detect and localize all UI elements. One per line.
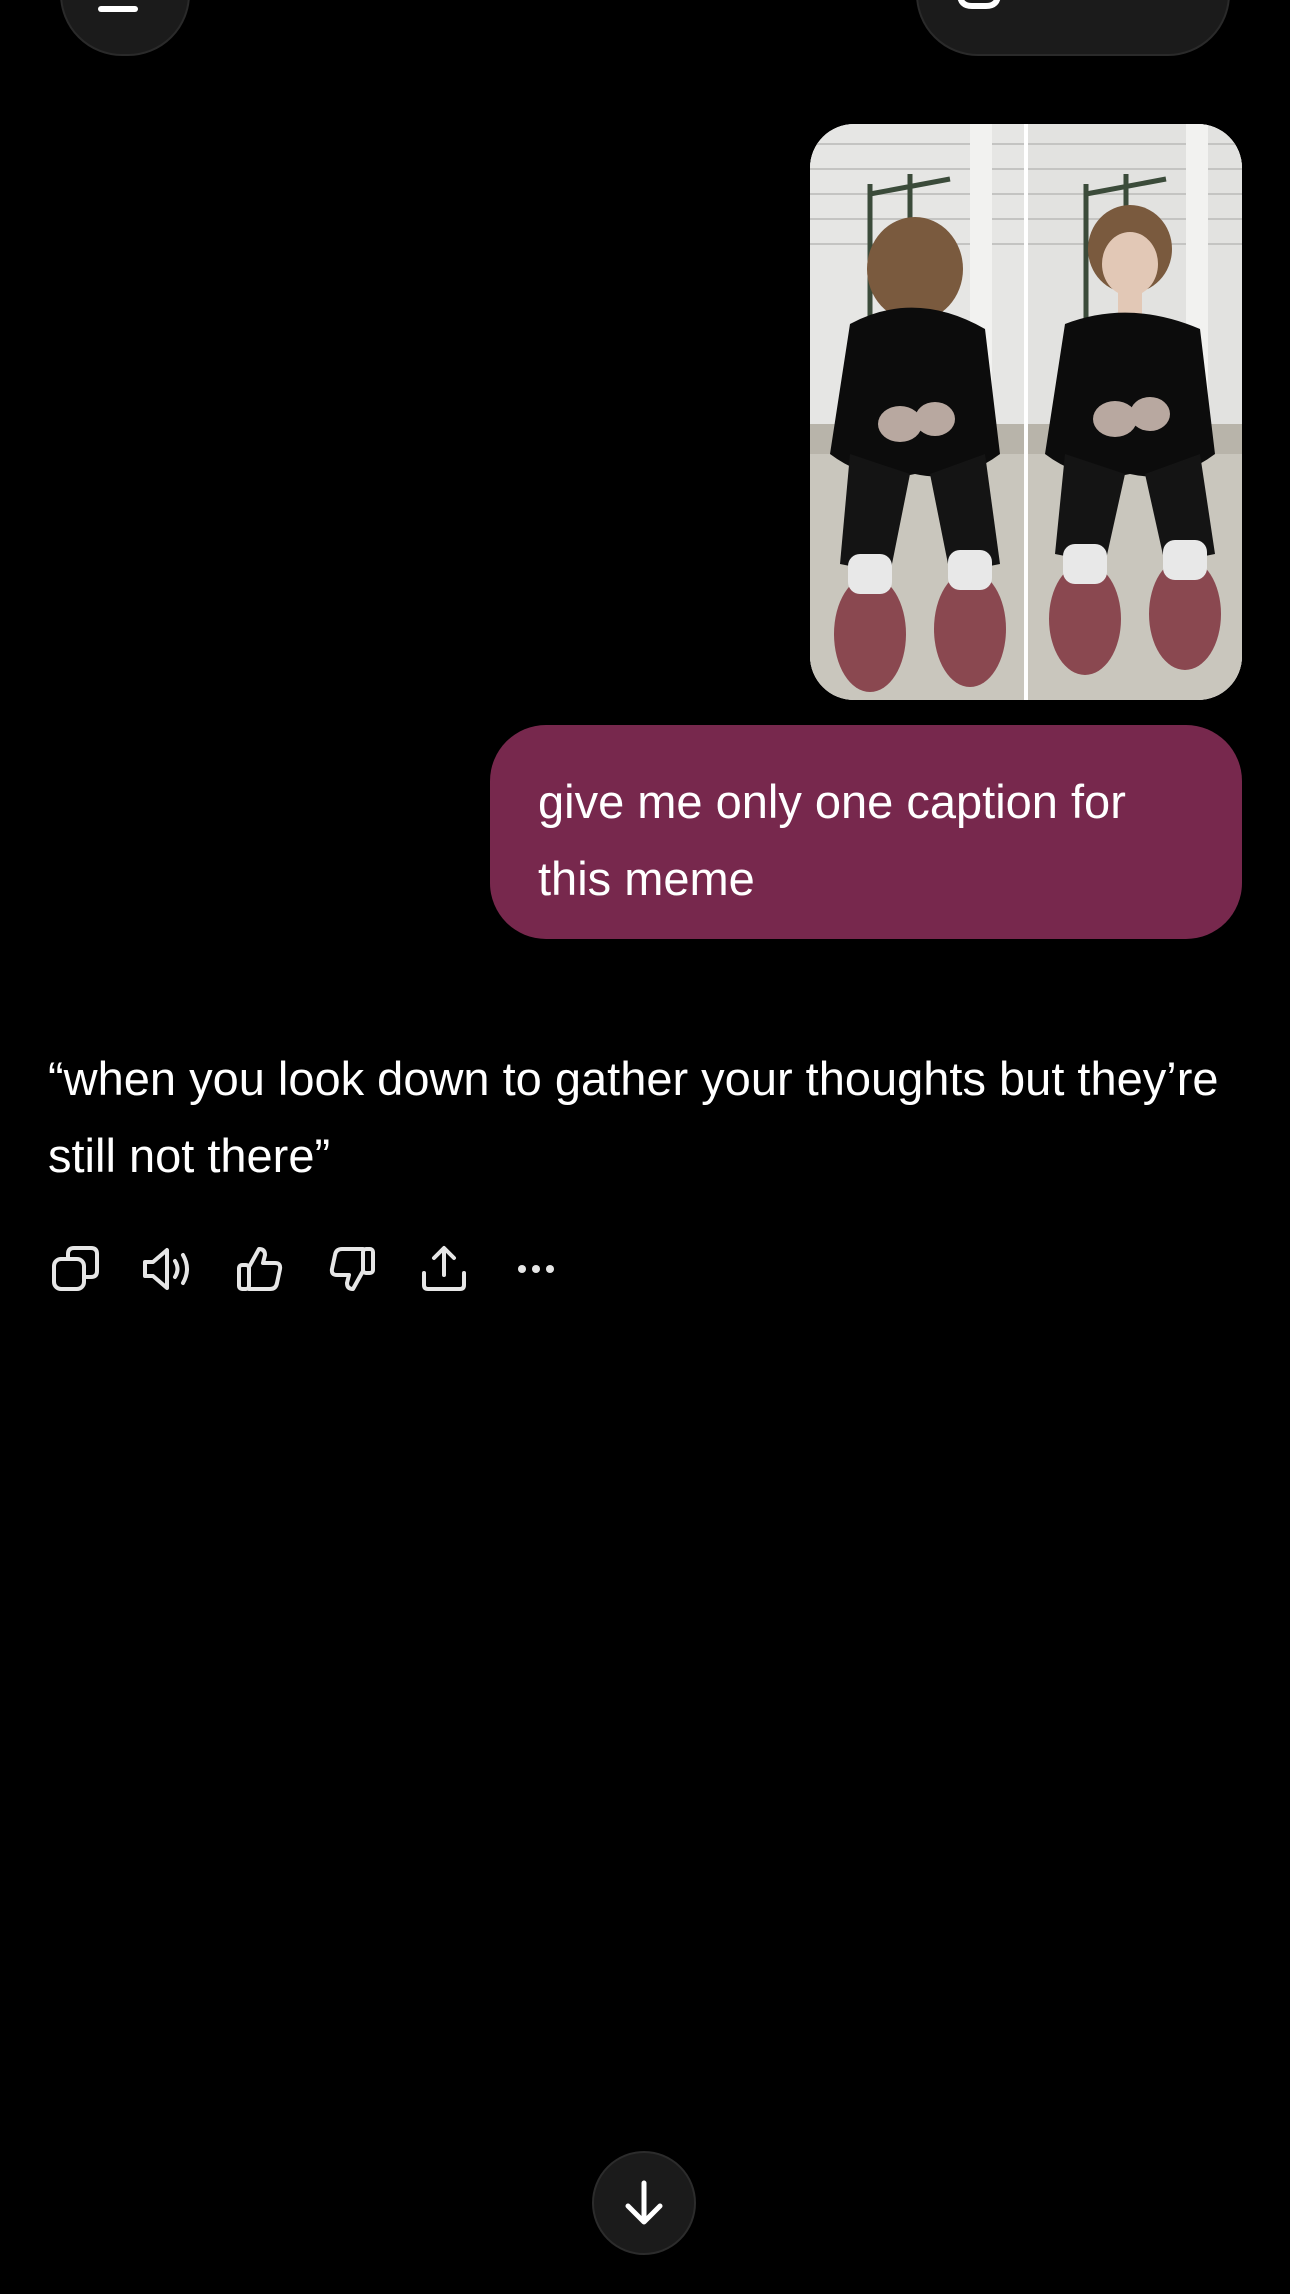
new-chat-button[interactable] <box>916 0 1230 56</box>
more-button[interactable] <box>508 1241 564 1297</box>
read-aloud-icon <box>143 1248 189 1290</box>
share-icon <box>422 1246 466 1291</box>
more-icon <box>518 1265 554 1273</box>
menu-button[interactable] <box>60 0 190 56</box>
arrow-down-icon <box>625 2180 663 2225</box>
meme-photo <box>810 124 1242 700</box>
thumbs-up-icon <box>237 1247 283 1291</box>
share-button[interactable] <box>416 1241 472 1297</box>
image-attachment[interactable] <box>810 124 1242 700</box>
user-message-bubble: give me only one caption for this meme <box>490 725 1242 939</box>
user-message-text: give me only one caption for this meme <box>538 775 1126 905</box>
read-aloud-button[interactable] <box>140 1241 196 1297</box>
copy-icon <box>52 1246 99 1291</box>
thumbs-down-button[interactable] <box>324 1241 380 1297</box>
thumbs-up-button[interactable] <box>232 1241 288 1297</box>
new-chat-icon <box>958 0 1000 9</box>
scroll-to-bottom-button[interactable] <box>592 2151 696 2255</box>
copy-button[interactable] <box>48 1241 104 1297</box>
assistant-message: “when you look down to gather your thoug… <box>48 1052 1219 1182</box>
menu-icon <box>98 6 138 12</box>
thumbs-down-icon <box>329 1247 375 1291</box>
